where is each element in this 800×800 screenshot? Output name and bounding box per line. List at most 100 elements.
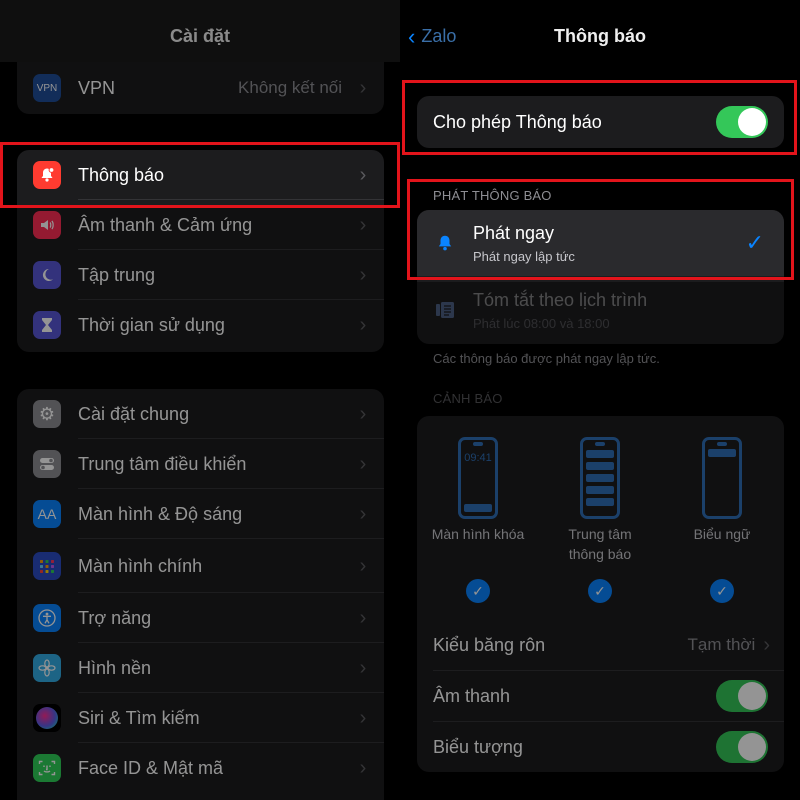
notification-center-preview [580, 437, 620, 519]
wallpaper-icon [33, 654, 61, 682]
summary-list-icon [417, 301, 473, 319]
chevron-right-icon: › [763, 633, 770, 656]
chevron-right-icon: › [359, 502, 367, 525]
speaker-icon [33, 211, 61, 239]
delivery-section-header: PHÁT THÔNG BÁO [433, 188, 552, 203]
row-label: Thông báo [78, 164, 165, 185]
alert-style-label: Màn hình khóa [431, 526, 525, 542]
row-label: Trợ năng [78, 607, 152, 628]
settings-row-focus[interactable]: Tập trung › [17, 250, 384, 300]
notification-bar [586, 486, 614, 494]
row-label: Cài đặt chung [78, 403, 190, 424]
banner-checkmark[interactable]: ✓ [710, 579, 734, 603]
notification-center-checkmark[interactable]: ✓ [588, 579, 612, 603]
settings-row-accessibility[interactable]: Trợ năng › [17, 593, 384, 643]
settings-group-2: ⚙ Cài đặt chung › Trung tâm điều khiển ›… [17, 389, 384, 800]
settings-row-siri-search[interactable]: Siri & Tìm kiếm › [17, 693, 384, 743]
banner-style-label: Kiểu băng rôn [433, 634, 546, 655]
alert-style-label: Biểu ngữ [693, 526, 751, 542]
notification-bar [586, 462, 614, 470]
vpn-icon: VPN [33, 74, 61, 102]
option-subtitle: Phát ngay lập tức [473, 248, 575, 264]
banner-preview [702, 437, 742, 519]
siri-icon [33, 704, 61, 732]
display-brightness-icon: AA [33, 500, 61, 528]
sounds-label: Âm thanh [433, 685, 511, 706]
chevron-right-icon: › [359, 554, 367, 577]
face-id-icon [33, 754, 61, 782]
allow-notifications-group: Cho phép Thông báo [417, 96, 784, 148]
chevron-right-icon: › [359, 263, 367, 286]
settings-row-general[interactable]: ⚙ Cài đặt chung › [17, 389, 384, 439]
row-label: Thời gian sử dụng [78, 314, 225, 335]
row-label: Hình nền [78, 657, 152, 678]
lock-screen-clock: 09:41 [464, 452, 492, 464]
chevron-right-icon: › [359, 163, 367, 186]
row-label: VPN [78, 77, 116, 98]
lock-screen-checkmark[interactable]: ✓ [466, 579, 490, 603]
settings-row-screen-time[interactable]: Thời gian sử dụng › [17, 300, 384, 350]
row-label: Trung tâm điều khiển [78, 453, 247, 474]
settings-row-display-brightness[interactable]: AA Màn hình & Độ sáng › [17, 489, 384, 539]
delivery-footnote: Các thông báo được phát ngay lập tức. [433, 351, 660, 366]
row-label: Tập trung [78, 264, 156, 285]
vpn-group: VPN VPN Không kết nối › [17, 62, 384, 114]
settings-row-vpn[interactable]: VPN VPN Không kết nối › [17, 62, 384, 114]
notification-bar [464, 504, 492, 512]
allow-notifications-toggle[interactable] [716, 106, 768, 138]
chevron-right-icon: › [359, 452, 367, 475]
badges-toggle[interactable] [716, 731, 768, 763]
chevron-right-icon: › [359, 76, 367, 99]
phone-notch [595, 442, 605, 446]
page-title: Cài đặt [169, 26, 230, 46]
vpn-status: Không kết nối [238, 78, 342, 97]
option-title: Phát ngay [473, 222, 555, 243]
moon-icon [33, 261, 61, 289]
row-label: Màn hình & Độ sáng [78, 503, 243, 524]
chevron-right-icon: › [359, 606, 367, 629]
gear-icon: ⚙ [33, 400, 61, 428]
alerts-section-header: CẢNH BÁO [433, 391, 503, 406]
accessibility-icon [33, 604, 61, 632]
row-label: Âm thanh & Cảm ứng [78, 214, 253, 235]
toggle-knob [738, 108, 766, 136]
bell-icon [417, 234, 473, 252]
chevron-right-icon: › [359, 402, 367, 425]
row-label: Màn hình chính [78, 555, 203, 576]
chevron-right-icon: › [359, 756, 367, 779]
settings-row-home-screen[interactable]: Màn hình chính › [17, 539, 384, 593]
switches-icon [33, 450, 61, 478]
notification-bar [586, 498, 614, 506]
chevron-right-icon: › [359, 656, 367, 679]
delivery-group: Phát ngay Phát ngay lập tức ✓ Tóm tắt th… [417, 210, 784, 344]
notification-bar [708, 449, 736, 457]
toggle-knob [738, 682, 766, 710]
allow-notifications-label: Cho phép Thông báo [433, 111, 602, 132]
sounds-toggle[interactable] [716, 680, 768, 712]
notification-bar [586, 474, 614, 482]
allow-notifications-row: Cho phép Thông báo [417, 96, 784, 148]
badges-label: Biểu tượng [433, 736, 523, 757]
settings-group-1: Thông báo › Âm thanh & Cảm ứng › Tập tru… [17, 150, 384, 352]
chevron-right-icon: › [359, 213, 367, 236]
chevron-right-icon: › [359, 313, 367, 336]
banner-style-row[interactable]: Kiểu băng rôn Tạm thời › [417, 620, 784, 670]
row-label: Siri & Tìm kiếm [78, 707, 200, 728]
checkmark-icon: ✓ [745, 230, 764, 255]
settings-row-wallpaper[interactable]: Hình nền › [17, 643, 384, 693]
delivery-option-scheduled[interactable]: Tóm tắt theo lịch trình Phát lúc 08:00 v… [417, 276, 784, 344]
bell-badge-icon [33, 161, 61, 189]
settings-row-face-id[interactable]: Face ID & Mật mã › [17, 743, 384, 793]
page-title: Thông báo [554, 26, 646, 46]
settings-row-notifications[interactable]: Thông báo › [17, 150, 384, 200]
lock-screen-preview: 09:41 [458, 437, 498, 519]
settings-row-control-center[interactable]: Trung tâm điều khiển › [17, 439, 384, 489]
delivery-option-immediate[interactable]: Phát ngay Phát ngay lập tức ✓ [417, 210, 784, 276]
sounds-row: Âm thanh [417, 671, 784, 721]
phone-notch [717, 442, 727, 446]
home-screen-icon [33, 552, 61, 580]
notification-bar [586, 450, 614, 458]
toggle-knob [738, 733, 766, 761]
settings-row-sounds-haptics[interactable]: Âm thanh & Cảm ứng › [17, 200, 384, 250]
badges-row: Biểu tượng [417, 722, 784, 772]
